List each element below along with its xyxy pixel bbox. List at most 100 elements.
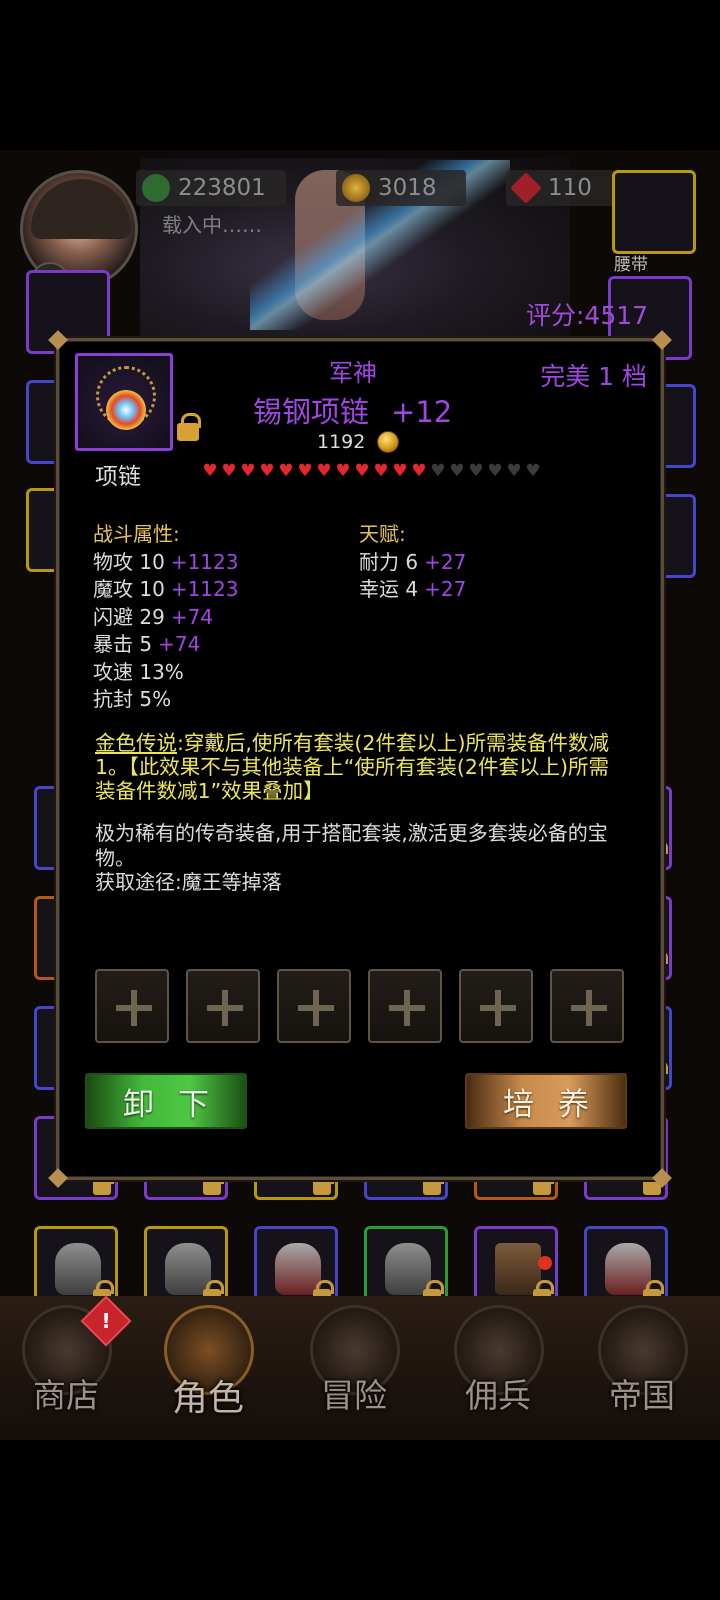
lock-icon (423, 1170, 444, 1195)
coin-icon (377, 431, 400, 453)
nav-empire[interactable]: 帝国 (592, 1305, 692, 1425)
heart-empty-icon: ♥ (487, 461, 503, 481)
gold-stat: 3018 (336, 170, 466, 206)
gem-socket[interactable] (550, 969, 624, 1043)
helmet-icon (385, 1243, 431, 1295)
heart-filled-icon: ♥ (411, 461, 427, 481)
description-text: 极为稀有的传奇装备,用于搭配套装,激活更多套装必备的宝物。 (95, 821, 608, 870)
score-text: 评分:4517 (526, 301, 649, 330)
heart-filled-icon: ♥ (259, 461, 275, 481)
heart-filled-icon: ♥ (240, 461, 256, 481)
heart-empty-icon: ♥ (506, 461, 522, 481)
item-name: 锡钢项链 +12 (253, 389, 452, 431)
armor-icon (605, 1243, 651, 1295)
talent-attributes: 天赋: 耐力 6 +27 幸运 4 +27 (359, 521, 466, 604)
gem-socket[interactable] (95, 969, 169, 1043)
gem-icon (106, 390, 146, 430)
heart-filled-icon: ♥ (354, 461, 370, 481)
helmet-icon (55, 1243, 101, 1295)
plus-icon (296, 988, 336, 1028)
combat-title: 战斗属性: (93, 522, 180, 546)
ruby-icon (510, 172, 542, 204)
attribute-label: 魔攻 10 (93, 577, 165, 601)
combat-attributes: 战斗属性: 物攻 10 +1123 魔攻 10 +1123 闪避 29 +74 暴击 5 +7… (93, 521, 238, 714)
nav-character[interactable]: 角色 (158, 1305, 258, 1425)
attribute-bonus: +74 (170, 604, 214, 629)
lock-icon (203, 1170, 224, 1195)
heart-filled-icon: ♥ (373, 461, 389, 481)
attribute-row: 幸运 4 +27 (359, 576, 466, 604)
heart-filled-icon: ♥ (202, 461, 218, 481)
item-price: 1192 (317, 431, 400, 453)
heart-empty-icon: ♥ (468, 461, 484, 481)
attribute-row: 暴击 5 +74 (93, 631, 238, 659)
attribute-bonus: +74 (158, 632, 201, 656)
attribute-label: 暴击 5 (93, 632, 153, 656)
heart-empty-icon: ♥ (525, 461, 541, 481)
plus-icon (114, 988, 154, 1028)
train-button[interactable]: 培养 (465, 1073, 627, 1129)
notification-dot (538, 1256, 552, 1270)
item-type: 项链 (95, 464, 141, 490)
talent-title: 天赋: (359, 522, 406, 546)
attribute-label: 耐力 6 (359, 549, 419, 574)
nav-adventure[interactable]: 冒险 (304, 1305, 404, 1425)
plus-icon (478, 988, 518, 1028)
item-description: 极为稀有的传奇装备,用于搭配套装,激活更多套装必备的宝物。 获取途径:魔王等掉落 (95, 821, 625, 895)
gem-socket[interactable] (186, 969, 260, 1043)
socket-row (95, 969, 624, 1043)
attribute-label: 闪避 29 (93, 604, 165, 629)
avatar-hair (31, 179, 131, 239)
plus-icon (205, 988, 245, 1028)
belt-slot[interactable] (612, 170, 696, 254)
legend-effect: 金色传说:穿戴后,使所有套装(2件套以上)所需装备件数减1。【此效果不与其他装备… (95, 731, 625, 803)
star-rating: ♥ ♥ ♥ ♥ ♥ ♥ ♥ ♥ ♥ ♥ ♥ ♥ ♥ ♥ ♥ ♥ ♥ ♥ (201, 462, 542, 480)
attribute-label: 物攻 10 (93, 549, 165, 574)
attribute-bonus: +1123 (170, 577, 239, 601)
gem-socket[interactable] (277, 969, 351, 1043)
belt-label: 腰带 (614, 255, 648, 275)
attribute-bonus: +27 (424, 577, 467, 601)
heart-filled-icon: ♥ (221, 461, 237, 481)
helmet-icon (165, 1243, 211, 1295)
item-grade: 军神 (329, 359, 377, 387)
legend-title: 金色传说 (95, 731, 177, 755)
heart-filled-icon: ♥ (335, 461, 351, 481)
item-quality: 完美 1 档 (540, 362, 647, 391)
unequip-button[interactable]: 卸下 (85, 1073, 247, 1129)
lock-icon[interactable] (177, 413, 201, 441)
heart-filled-icon: ♥ (297, 461, 313, 481)
necklace-icon (75, 353, 173, 451)
attribute-row: 耐力 6 +27 (359, 549, 466, 577)
power-stat: 223801 (136, 170, 286, 206)
heart-empty-icon: ♥ (430, 461, 446, 481)
attribute-row: 魔攻 10 +1123 (93, 576, 238, 604)
attribute-label: 抗封 5% (93, 687, 172, 711)
lock-icon (93, 1170, 114, 1195)
check-icon (142, 174, 170, 202)
enhance-level: +12 (391, 395, 453, 429)
attribute-bonus: +27 (424, 549, 467, 574)
item-name-text: 锡钢项链 (253, 395, 370, 429)
item-detail-panel: 军神 完美 1 档 锡钢项链 +12 1192 项链 ♥ ♥ ♥ ♥ ♥ ♥ ♥ ♥ ♥ ♥ ♥ ♥ ♥ ♥… (48, 330, 672, 1188)
attribute-row: 闪避 29 +74 (93, 604, 238, 632)
attribute-label: 攻速 13% (93, 659, 184, 684)
lock-icon (313, 1170, 334, 1195)
source-text: 获取途径:魔王等掉落 (95, 870, 282, 894)
coin-icon (342, 174, 370, 202)
attribute-row: 攻速 13% (93, 659, 238, 687)
nav-mercenary[interactable]: 佣兵 (448, 1305, 548, 1425)
attribute-label: 幸运 4 (359, 577, 419, 601)
plus-icon (387, 988, 427, 1028)
gem-socket[interactable] (459, 969, 533, 1043)
gem-stat: 110 (506, 170, 614, 206)
attribute-row: 抗封 5% (93, 686, 238, 714)
loading-text: 载入中…… (162, 213, 262, 237)
plus-icon (569, 988, 609, 1028)
heart-filled-icon: ♥ (392, 461, 408, 481)
attribute-row: 物攻 10 +1123 (93, 549, 238, 577)
armor-icon (495, 1243, 541, 1295)
gem-socket[interactable] (368, 969, 442, 1043)
heart-filled-icon: ♥ (316, 461, 332, 481)
lock-icon (533, 1170, 554, 1195)
